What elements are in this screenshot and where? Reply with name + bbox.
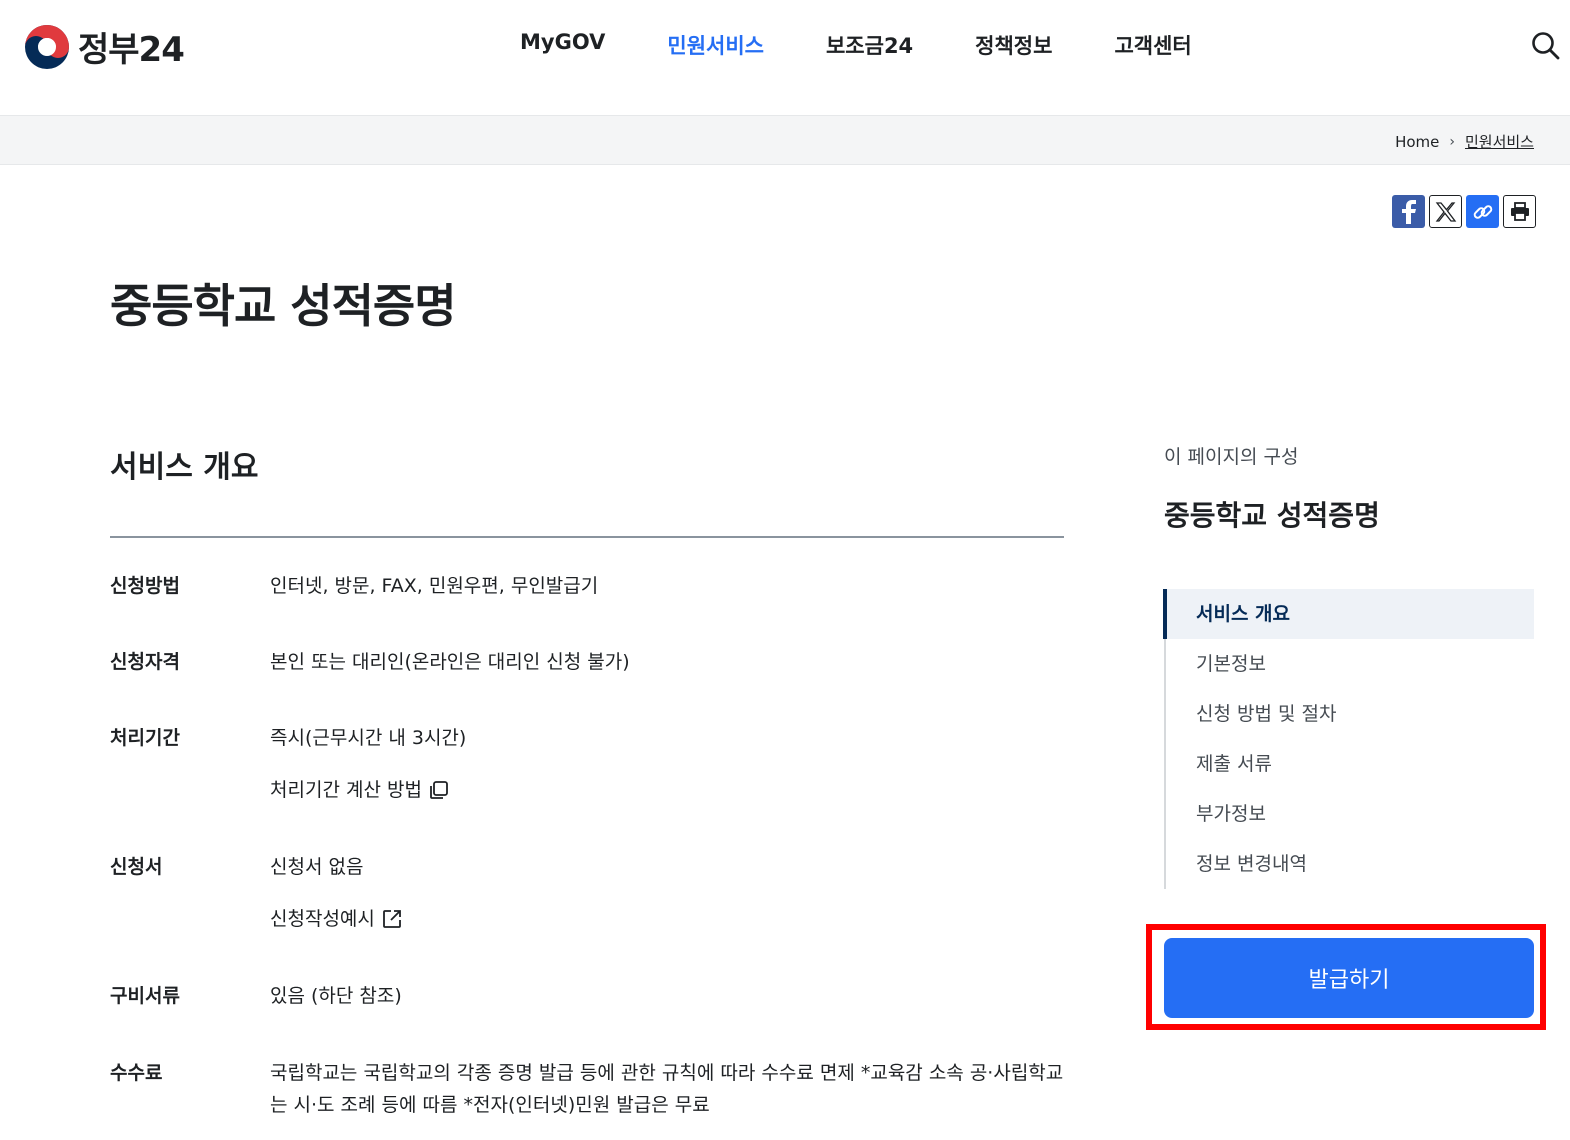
share-toolbar <box>1392 195 1536 228</box>
toc-item-procedure[interactable]: 신청 방법 및 절차 <box>1166 689 1534 739</box>
info-value: 인터넷, 방문, FAX, 민원우편, 무인발급기 <box>270 575 599 597</box>
info-key: 신청방법 <box>110 575 180 597</box>
info-value: 있음 (하단 참조) <box>270 985 402 1007</box>
info-row-method: 신청방법 인터넷, 방문, FAX, 민원우편, 무인발급기 <box>110 570 1070 646</box>
chevron-right-icon: › <box>1449 133 1455 150</box>
nav-subsidy24[interactable]: 보조금24 <box>826 30 913 60</box>
info-value-group: 즉시(근무시간 내 3시간) 처리기간 계산 방법 <box>270 722 1070 851</box>
breadcrumb-home[interactable]: Home <box>1395 133 1439 151</box>
main-nav: MyGOV 민원서비스 보조금24 정책정보 고객센터 <box>520 30 1254 60</box>
link-label: 신청작성예시 <box>270 908 375 930</box>
toc-item-documents[interactable]: 제출 서류 <box>1166 739 1534 789</box>
link-icon <box>1473 204 1492 219</box>
nav-policy-info[interactable]: 정책정보 <box>975 30 1052 60</box>
copy-link-button[interactable] <box>1466 195 1499 228</box>
section-heading-overview: 서비스 개요 <box>110 450 259 485</box>
info-row-documents: 구비서류 있음 (하단 참조) <box>110 980 1070 1057</box>
info-row-eligibility: 신청자격 본인 또는 대리인(온라인은 대리인 신청 불가) <box>110 646 1070 722</box>
site-logo[interactable]: 정부24 <box>24 22 185 71</box>
toc-item-overview[interactable]: 서비스 개요 <box>1163 589 1534 639</box>
info-key: 신청자격 <box>110 651 180 673</box>
print-button[interactable] <box>1503 195 1536 228</box>
toc-title: 중등학교 성적증명 <box>1164 499 1380 532</box>
x-share-button[interactable] <box>1429 195 1462 228</box>
info-key: 신청서 <box>110 856 163 878</box>
section-divider <box>110 536 1064 538</box>
info-key: 구비서류 <box>110 985 180 1007</box>
breadcrumb: Home › 민원서비스 <box>1395 131 1534 152</box>
nav-customer-center[interactable]: 고객센터 <box>1114 30 1191 60</box>
overview-info-list: 신청방법 인터넷, 방문, FAX, 민원우편, 무인발급기 신청자격 본인 또… <box>110 570 1070 1121</box>
form-example-link[interactable]: 신청작성예시 <box>270 903 1070 935</box>
info-value: 즉시(근무시간 내 3시간) <box>270 727 467 749</box>
processing-time-calc-link[interactable]: 처리기간 계산 방법 <box>270 774 1070 806</box>
toc-item-basic-info[interactable]: 기본정보 <box>1166 639 1534 689</box>
x-logo-icon <box>1435 201 1456 222</box>
facebook-icon <box>1401 199 1416 224</box>
toc-item-additional-info[interactable]: 부가정보 <box>1166 789 1534 839</box>
info-row-fee: 수수료 국립학교는 국립학교의 각종 증명 발급 등에 관한 규칙에 따라 수수… <box>110 1057 1070 1121</box>
info-value: 신청서 없음 <box>270 856 364 878</box>
facebook-share-button[interactable] <box>1392 195 1425 228</box>
info-value-group: 신청서 없음 신청작성예시 <box>270 851 1070 980</box>
toc-list: 서비스 개요 기본정보 신청 방법 및 절차 제출 서류 부가정보 정보 변경내… <box>1163 589 1534 889</box>
link-label: 처리기간 계산 방법 <box>270 779 422 801</box>
nav-civil-service[interactable]: 민원서비스 <box>667 30 764 60</box>
page-title: 중등학교 성적증명 <box>110 279 457 333</box>
popup-icon <box>430 781 448 799</box>
external-link-icon <box>382 910 401 928</box>
info-row-processing-time: 처리기간 즉시(근무시간 내 3시간) 처리기간 계산 방법 <box>110 722 1070 851</box>
breadcrumb-bar: Home › 민원서비스 <box>0 115 1570 165</box>
info-value: 국립학교는 국립학교의 각종 증명 발급 등에 관한 규칙에 따라 수수료 면제… <box>270 1062 1064 1116</box>
taegeuk-logo-icon <box>25 24 69 69</box>
nav-mygov[interactable]: MyGOV <box>520 30 605 60</box>
toc-item-change-history[interactable]: 정보 변경내역 <box>1166 839 1534 889</box>
search-icon[interactable] <box>1530 30 1560 60</box>
info-value: 본인 또는 대리인(온라인은 대리인 신청 불가) <box>270 651 630 673</box>
info-key: 수수료 <box>110 1062 163 1084</box>
site-header: 정부24 MyGOV 민원서비스 보조금24 정책정보 고객센터 <box>0 0 1570 116</box>
logo-text: 정부24 <box>78 30 185 70</box>
toc-caption: 이 페이지의 구성 <box>1164 446 1299 468</box>
info-row-application-form: 신청서 신청서 없음 신청작성예시 <box>110 851 1070 980</box>
issue-button[interactable]: 발급하기 <box>1164 938 1534 1018</box>
printer-icon <box>1510 201 1529 221</box>
breadcrumb-current[interactable]: 민원서비스 <box>1465 131 1534 152</box>
info-key: 처리기간 <box>110 727 180 749</box>
